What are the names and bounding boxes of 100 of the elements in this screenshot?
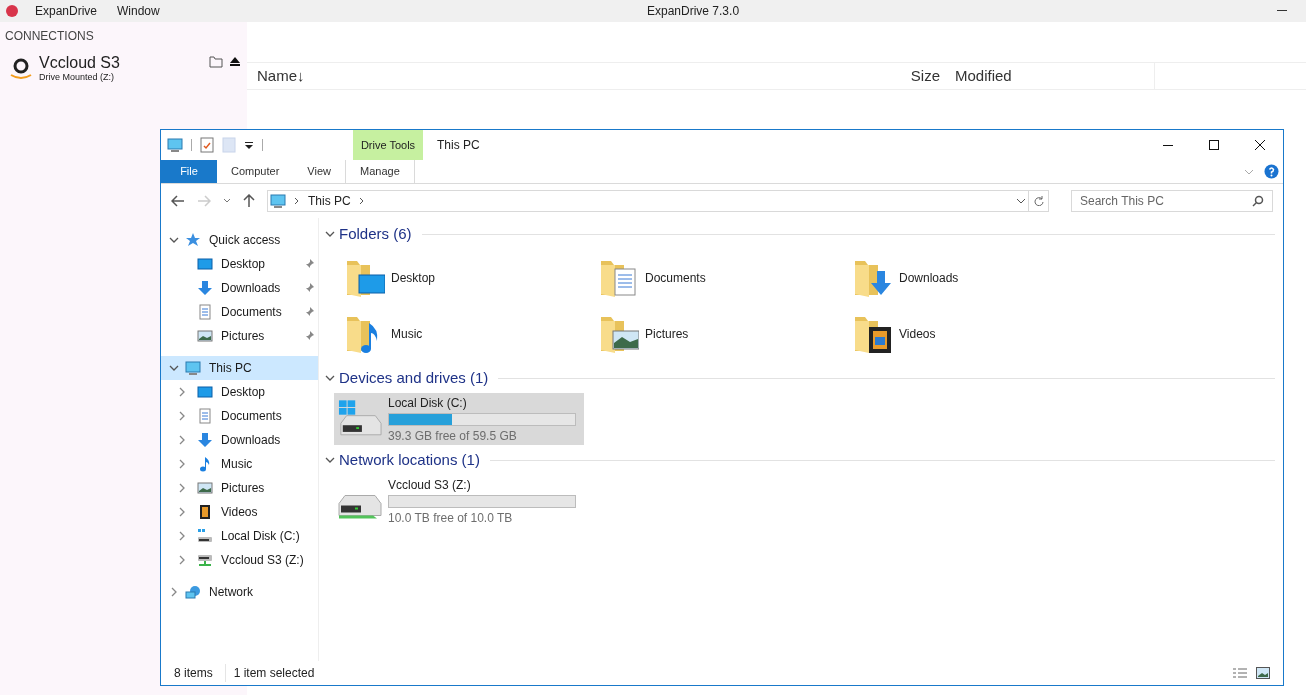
chevron-down-icon[interactable]	[325, 373, 335, 383]
picture-icon	[197, 328, 213, 344]
details-view-icon[interactable]	[1232, 667, 1248, 679]
help-icon[interactable]	[1264, 164, 1279, 179]
chevron-down-icon[interactable]	[223, 197, 231, 205]
context-tab-header: Drive Tools	[353, 130, 423, 160]
nav-label: This PC	[209, 360, 253, 377]
nav-item[interactable]: Downloads	[161, 276, 318, 300]
large-icons-view-icon[interactable]	[1256, 667, 1270, 679]
drive-tile[interactable]: Vccloud S3 (Z:) 10.0 TB free of 10.0 TB	[334, 475, 584, 527]
pin-icon[interactable]	[304, 259, 314, 269]
chevron-right-icon[interactable]	[177, 531, 187, 541]
search-field[interactable]: Search This PC	[1071, 190, 1273, 212]
computer-icon	[167, 137, 183, 153]
nav-label: Documents	[221, 408, 283, 425]
chevron-right-icon[interactable]	[177, 483, 187, 493]
dropdown-icon[interactable]	[244, 140, 254, 150]
sidebar-heading: CONNECTIONS	[4, 28, 95, 45]
picture-icon	[197, 480, 213, 496]
nav-item[interactable]: This PC	[161, 356, 318, 380]
film-icon	[197, 504, 213, 520]
folder-item[interactable]: Documents	[599, 250, 853, 306]
ribbon-tab[interactable]: Manage	[344, 160, 415, 183]
chevron-right-icon[interactable]	[177, 555, 187, 565]
chevron-down-icon[interactable]	[1016, 196, 1026, 206]
app-title: ExpanDrive 7.3.0	[647, 3, 740, 20]
nav-item[interactable]: Pictures	[161, 476, 318, 500]
menu-item[interactable]: Window	[117, 2, 160, 20]
column-header[interactable]: Size	[902, 64, 940, 88]
chevron-right-icon[interactable]	[358, 197, 365, 205]
folder-item[interactable]: Pictures	[599, 306, 853, 362]
chevron-down-icon[interactable]	[169, 235, 179, 245]
chevron-right-icon[interactable]	[177, 411, 187, 421]
nav-item[interactable]: Documents	[161, 404, 318, 428]
computer-icon	[270, 193, 286, 209]
nav-item[interactable]: Desktop	[161, 380, 318, 404]
nav-item[interactable]: Vccloud S3 (Z:)	[161, 548, 318, 572]
chevron-down-icon[interactable]	[325, 455, 335, 465]
eject-icon[interactable]	[229, 56, 241, 68]
address-bar[interactable]: This PC	[267, 190, 1029, 212]
nav-label: Downloads	[221, 432, 282, 449]
column-header[interactable]: Name↓	[247, 64, 902, 88]
chevron-right-icon[interactable]	[177, 459, 187, 469]
folder-icon[interactable]	[209, 56, 223, 68]
connection-status: Drive Mounted (Z:)	[39, 71, 116, 84]
ribbon-tab[interactable]: View	[293, 160, 345, 183]
up-arrow-icon[interactable]	[243, 194, 255, 208]
search-input[interactable]: Search This PC	[1080, 192, 1252, 210]
chevron-right-icon[interactable]	[177, 387, 187, 397]
drive-icon	[197, 528, 213, 544]
chevron-right-icon[interactable]	[177, 435, 187, 445]
chevron-right-icon[interactable]	[169, 587, 179, 597]
pin-icon[interactable]	[304, 283, 314, 293]
chevron-right-icon[interactable]	[177, 507, 187, 517]
nav-label: Vccloud S3 (Z:)	[221, 552, 305, 569]
drive-usage: 10.0 TB free of 10.0 TB	[388, 509, 514, 527]
folder-label: Desktop	[391, 270, 436, 287]
nav-item[interactable]: Pictures	[161, 324, 318, 348]
monitor-icon	[197, 384, 213, 400]
nav-item[interactable]: Desktop	[161, 252, 318, 276]
properties-icon[interactable]	[200, 137, 214, 153]
nav-label: Desktop	[221, 384, 267, 401]
nav-item[interactable]: Quick access	[161, 228, 318, 252]
drive-usage: 39.3 GB free of 59.5 GB	[388, 427, 518, 445]
close-icon[interactable]	[1254, 139, 1266, 151]
nav-item[interactable]: Documents	[161, 300, 318, 324]
drive-tile[interactable]: Local Disk (C:) 39.3 GB free of 59.5 GB	[334, 393, 584, 445]
ribbon-tab[interactable]: Computer	[217, 160, 294, 183]
nav-item[interactable]: Music	[161, 452, 318, 476]
pin-icon[interactable]	[304, 331, 314, 341]
nav-item[interactable]: Local Disk (C:)	[161, 524, 318, 548]
ribbon-tab[interactable]: File	[161, 160, 217, 183]
status-text: 1 item selected	[224, 664, 315, 682]
breadcrumb[interactable]: This PC	[308, 192, 351, 210]
status-text: 8 items	[174, 665, 213, 682]
pin-icon[interactable]	[304, 307, 314, 317]
connection-item[interactable]: Vccloud S3 Drive Mounted (Z:)	[0, 55, 247, 85]
monitor-icon	[197, 256, 213, 272]
folder-item[interactable]: Music	[345, 306, 599, 362]
nav-label: Downloads	[221, 280, 282, 297]
search-icon	[1252, 195, 1264, 207]
chevron-right-icon[interactable]	[294, 197, 300, 205]
refresh-icon[interactable]	[1033, 196, 1044, 206]
nav-item[interactable]: Network	[161, 580, 318, 604]
nav-label: Music	[221, 456, 254, 473]
chevron-down-icon[interactable]	[325, 229, 335, 239]
column-header[interactable]: Modified	[940, 63, 1155, 89]
nav-item[interactable]: Videos	[161, 500, 318, 524]
section-heading[interactable]: Network locations (1)	[339, 448, 480, 472]
folder-item[interactable]: Desktop	[345, 250, 599, 306]
folder-item[interactable]: Videos	[853, 306, 1107, 362]
folder-item[interactable]: Downloads	[853, 250, 1107, 306]
nav-item[interactable]: Downloads	[161, 428, 318, 452]
section-heading[interactable]: Folders (6)	[339, 222, 412, 246]
connection-name: Vccloud S3	[39, 55, 121, 71]
back-arrow-icon[interactable]	[171, 195, 185, 207]
menu-item[interactable]: ExpanDrive	[35, 2, 98, 20]
chevron-down-icon[interactable]	[169, 363, 179, 373]
nav-label: Videos	[221, 504, 259, 521]
section-heading[interactable]: Devices and drives (1)	[339, 366, 489, 390]
